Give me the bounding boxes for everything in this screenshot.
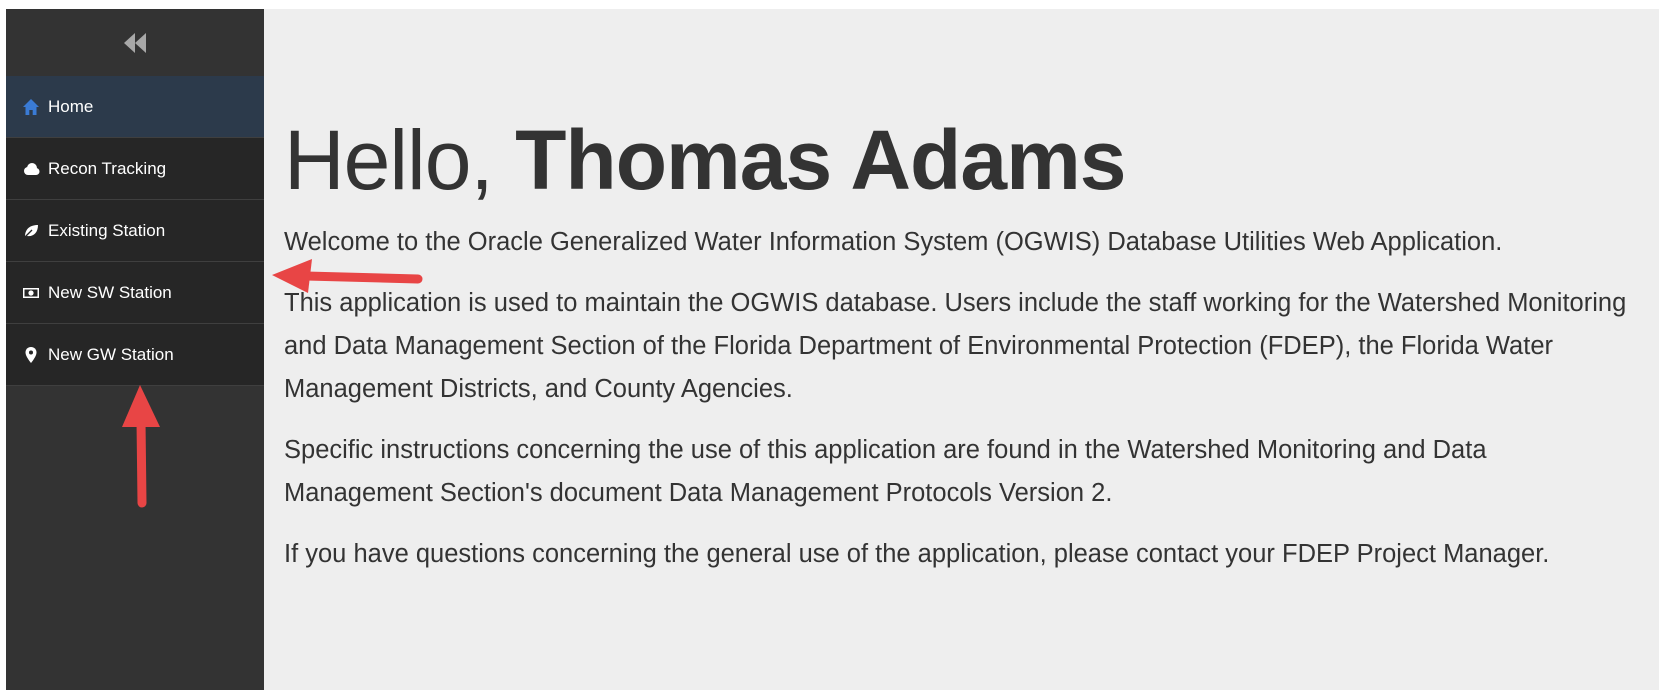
sidebar-item-existing-station[interactable]: Existing Station bbox=[6, 200, 264, 262]
sidebar-item-label: Existing Station bbox=[48, 220, 166, 240]
user-name: Thomas Adams bbox=[515, 113, 1126, 207]
money-icon bbox=[22, 284, 40, 302]
main-content: Hello, Thomas Adams Welcome to the Oracl… bbox=[264, 9, 1659, 690]
cloud-icon bbox=[22, 160, 40, 178]
page-title: Hello, Thomas Adams bbox=[284, 112, 1639, 208]
sidebar-item-label: Recon Tracking bbox=[48, 158, 167, 178]
contact-paragraph: If you have questions concerning the gen… bbox=[284, 540, 1550, 568]
sidebar: Home Recon Tracking Existing Station New… bbox=[6, 9, 264, 690]
sidebar-item-recon-tracking[interactable]: Recon Tracking bbox=[6, 138, 264, 200]
sidebar-collapse-button[interactable] bbox=[6, 9, 264, 76]
sidebar-item-new-gw-station[interactable]: New GW Station bbox=[6, 324, 264, 386]
description-paragraph: This application is used to maintain the… bbox=[284, 289, 1627, 403]
sidebar-item-home[interactable]: Home bbox=[6, 76, 264, 138]
welcome-paragraph: Welcome to the Oracle Generalized Water … bbox=[284, 228, 1503, 256]
double-chevron-left-icon bbox=[124, 32, 146, 53]
app-window: Home Recon Tracking Existing Station New… bbox=[6, 9, 1659, 690]
instructions-paragraph: Specific instructions concerning the use… bbox=[284, 436, 1487, 507]
sidebar-item-label: New SW Station bbox=[48, 282, 172, 302]
sidebar-item-label: New GW Station bbox=[48, 344, 174, 364]
sidebar-item-label: Home bbox=[48, 96, 94, 116]
sidebar-item-new-sw-station[interactable]: New SW Station bbox=[6, 262, 264, 324]
greeting-prefix: Hello, bbox=[284, 113, 494, 207]
leaf-icon bbox=[22, 222, 40, 240]
map-marker-icon bbox=[22, 346, 40, 364]
home-icon bbox=[22, 98, 40, 116]
